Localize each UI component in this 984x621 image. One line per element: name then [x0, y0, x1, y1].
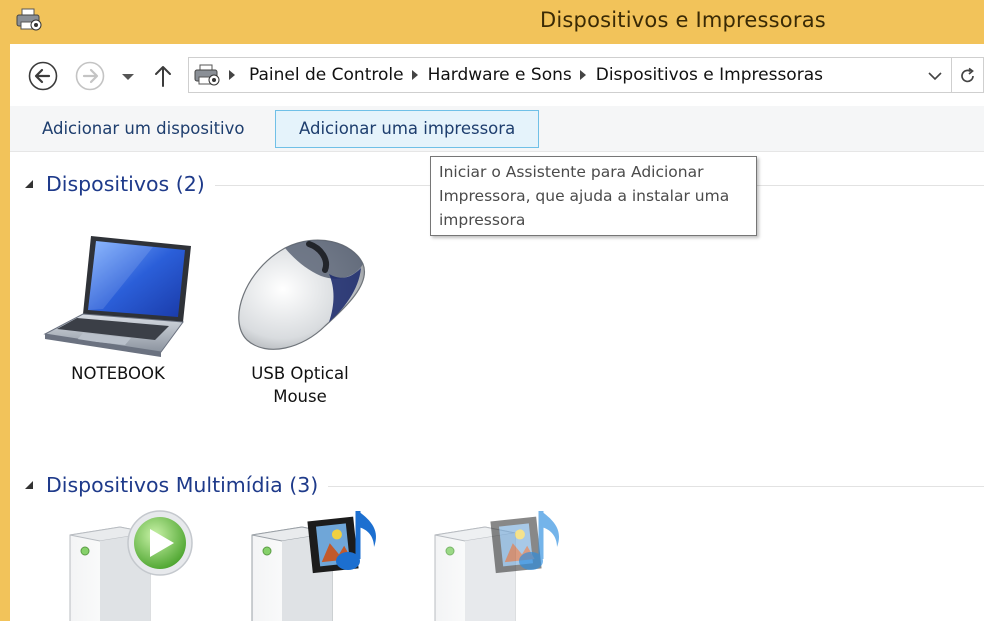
add-printer-button[interactable]: Adicionar uma impressora: [275, 110, 540, 148]
add-printer-tooltip: Iniciar o Assistente para Adicionar Impr…: [430, 156, 757, 236]
explorer-window: Painel de Controle Hardware e Sons Dispo…: [10, 44, 984, 621]
device-label: USB Optical Mouse: [251, 364, 349, 406]
address-dropdown-chevron-icon[interactable]: [925, 66, 945, 86]
laptop-icon: [43, 236, 191, 357]
collapse-triangle-icon[interactable]: [24, 179, 34, 189]
refresh-icon: [961, 67, 974, 83]
group-divider: [328, 486, 984, 487]
breadcrumb-hardware-sound[interactable]: Hardware e Sons: [428, 65, 572, 85]
media-device-2[interactable]: [232, 507, 382, 621]
device-label: NOTEBOOK: [71, 364, 165, 383]
breadcrumb-separator-icon[interactable]: [404, 68, 428, 82]
device-notebook[interactable]: NOTEBOOK: [43, 230, 193, 385]
media-device-1[interactable]: [50, 507, 200, 621]
address-bar[interactable]: Painel de Controle Hardware e Sons Dispo…: [188, 57, 952, 93]
add-device-button[interactable]: Adicionar um dispositivo: [18, 110, 269, 148]
collapse-triangle-icon[interactable]: [24, 480, 34, 490]
forward-arrow-icon[interactable]: [74, 60, 106, 92]
media-device-3[interactable]: [415, 507, 565, 621]
command-bar: Adicionar um dispositivo Adicionar uma i…: [10, 106, 984, 152]
refresh-button[interactable]: [952, 57, 984, 93]
group-title: Dispositivos Multimídia (3): [46, 473, 319, 497]
devices-printers-icon: [193, 62, 221, 88]
media-server-film-music-icon: [251, 511, 377, 621]
recent-locations-chevron-icon[interactable]: [118, 64, 138, 88]
navigation-bar: Painel de Controle Hardware e Sons Dispo…: [10, 44, 984, 106]
group-title: Dispositivos (2): [46, 172, 205, 196]
title-bar: Dispositivos e Impressoras: [0, 0, 984, 44]
device-usb-optical-mouse[interactable]: USB Optical Mouse: [225, 230, 375, 408]
up-arrow-icon[interactable]: [151, 62, 175, 90]
breadcrumb-separator-icon[interactable]: [572, 68, 596, 82]
back-arrow-icon[interactable]: [27, 60, 59, 92]
breadcrumb: Painel de Controle Hardware e Sons Dispo…: [225, 58, 823, 92]
group-header-multimedia[interactable]: Dispositivos Multimídia (3): [24, 471, 984, 499]
mouse-icon: [238, 239, 366, 350]
breadcrumb-separator-icon[interactable]: [225, 68, 249, 82]
breadcrumb-devices-printers[interactable]: Dispositivos e Impressoras: [596, 65, 823, 85]
media-server-play-icon: [69, 510, 193, 621]
breadcrumb-control-panel[interactable]: Painel de Controle: [249, 65, 404, 85]
window-title: Dispositivos e Impressoras: [540, 8, 826, 32]
media-server-film-music-icon: [434, 511, 560, 621]
